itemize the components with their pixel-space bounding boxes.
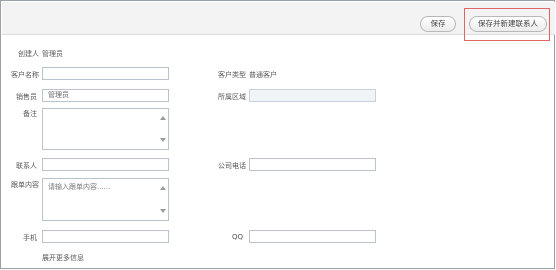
qq-input[interactable] [249, 230, 376, 243]
customer-type-label: 客户类型 [218, 71, 246, 79]
creator-label: 创建人 [18, 50, 39, 58]
customer-type-value[interactable]: 普通客户 [249, 70, 277, 80]
remarks-label: 备注 [23, 110, 37, 118]
contact-input[interactable] [42, 158, 169, 171]
mobile-label: 手机 [23, 234, 37, 242]
save-button[interactable]: 保存 [420, 16, 456, 32]
remarks-textarea[interactable] [42, 108, 169, 150]
follow-up-label: 跟单内容 [11, 181, 39, 189]
form-window: 保存 保存并新建联系人 创建人 管理员 客户名称 客户类型 普通客户 销售员 管… [0, 0, 555, 269]
customer-name-input[interactable] [42, 67, 169, 80]
salesperson-label: 销售员 [16, 93, 37, 101]
highlight-box [464, 8, 550, 41]
follow-up-placeholder: 请输入跟单内容...... [48, 183, 111, 191]
mobile-input[interactable] [42, 230, 169, 243]
follow-up-textarea[interactable]: 请输入跟单内容...... [42, 178, 169, 221]
remarks-scrollbar[interactable] [159, 110, 167, 148]
region-label: 所属区域 [218, 93, 246, 101]
creator-value: 管理员 [42, 50, 63, 58]
qq-label: QQ [232, 233, 244, 241]
scroll-up-icon[interactable] [160, 116, 166, 120]
company-phone-input[interactable] [249, 158, 376, 171]
scroll-up-icon[interactable] [160, 186, 166, 190]
region-input[interactable] [249, 89, 376, 102]
follow-up-scrollbar[interactable] [159, 180, 167, 219]
company-phone-label: 公司电话 [218, 162, 246, 170]
expand-more-link[interactable]: 展开更多信息 [42, 253, 84, 263]
scroll-down-icon[interactable] [160, 209, 166, 213]
scroll-down-icon[interactable] [160, 138, 166, 142]
contact-label: 联系人 [16, 162, 37, 170]
customer-name-label: 客户名称 [11, 71, 39, 79]
salesperson-input[interactable]: 管理员 [42, 89, 169, 102]
